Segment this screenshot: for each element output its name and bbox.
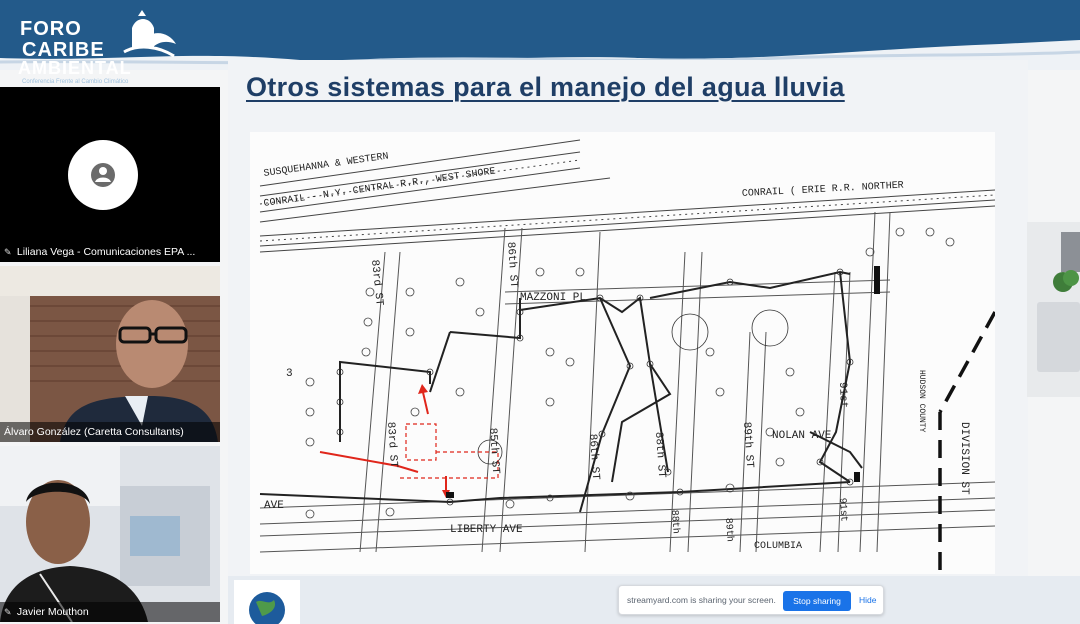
logo-line-1: FORO xyxy=(20,18,82,40)
participant-video-frame xyxy=(0,266,220,442)
shared-slide: Otros sistemas para el manejo del agua l… xyxy=(228,60,1028,576)
participant-caption: Álvaro González (Caretta Consultants) xyxy=(0,422,220,442)
participant-caption: ✎ Liliana Vega - Comunicaciones EPA ... xyxy=(0,242,220,262)
screen-share-notice: streamyard.com is sharing your screen. S… xyxy=(618,585,884,615)
participant-tile-2[interactable]: Álvaro González (Caretta Consultants) xyxy=(0,266,220,442)
side-thumbnail xyxy=(1027,222,1080,397)
sewer-map-drawing: SUSQUEHANNA & WESTERN CONRAIL - N.Y. CEN… xyxy=(250,132,995,574)
mic-icon: ✎ xyxy=(4,247,12,257)
slide-title: Otros sistemas para el manejo del agua l… xyxy=(246,72,845,102)
map-label: 89th xyxy=(722,517,736,542)
streamyard-stage: FORO CARIBE AMBIENTAL Conferencia Frente… xyxy=(0,0,1080,624)
mic-icon: ✎ xyxy=(4,607,12,617)
map-label: 91st xyxy=(836,382,849,409)
globe-logo xyxy=(234,580,300,624)
logo-line-3: AMBIENTAL xyxy=(18,58,132,78)
map-label: DIVISION ST xyxy=(958,422,970,495)
map-label: MAZZONI PL xyxy=(520,292,586,304)
participant-video-frame xyxy=(0,446,220,622)
map-label: HUDSON COUNTY xyxy=(917,370,926,433)
logo-tagline: Conferencia Frente al Cambio Climático xyxy=(22,79,129,85)
map-label: 3 xyxy=(286,368,293,380)
share-message: streamyard.com is sharing your screen. xyxy=(627,595,776,605)
stop-sharing-button[interactable]: Stop sharing xyxy=(783,591,851,611)
participant-name: Javier Mouthon xyxy=(16,606,89,618)
map-label: LIBERTY AVE xyxy=(450,524,523,536)
hide-button[interactable]: Hide xyxy=(859,595,876,605)
map-label: COLUMBIA xyxy=(754,541,802,552)
participant-caption: ✎ Javier Mouthon xyxy=(0,602,220,622)
participant-name: Álvaro González (Caretta Consultants) xyxy=(4,426,184,438)
foro-caribe-logo: FORO CARIBE AMBIENTAL Conferencia Frente… xyxy=(14,6,184,86)
globe-icon xyxy=(249,592,285,624)
bird-emblem-icon xyxy=(123,10,176,58)
participant-name: Liliana Vega - Comunicaciones EPA ... xyxy=(16,246,196,258)
participant-tile-1[interactable]: ✎ Liliana Vega - Comunicaciones EPA ... xyxy=(0,87,220,262)
map-label: NOLAN AVE xyxy=(772,430,832,442)
map-label: 91st xyxy=(836,498,849,523)
shelf-graphic xyxy=(1037,302,1080,372)
map-label: AVE xyxy=(264,500,284,512)
map-label: 88th xyxy=(668,509,682,534)
avatar xyxy=(68,140,138,210)
participant-tile-3[interactable]: ✎ Javier Mouthon xyxy=(0,446,220,622)
user-icon xyxy=(91,163,115,187)
plant-icon xyxy=(1053,232,1080,292)
